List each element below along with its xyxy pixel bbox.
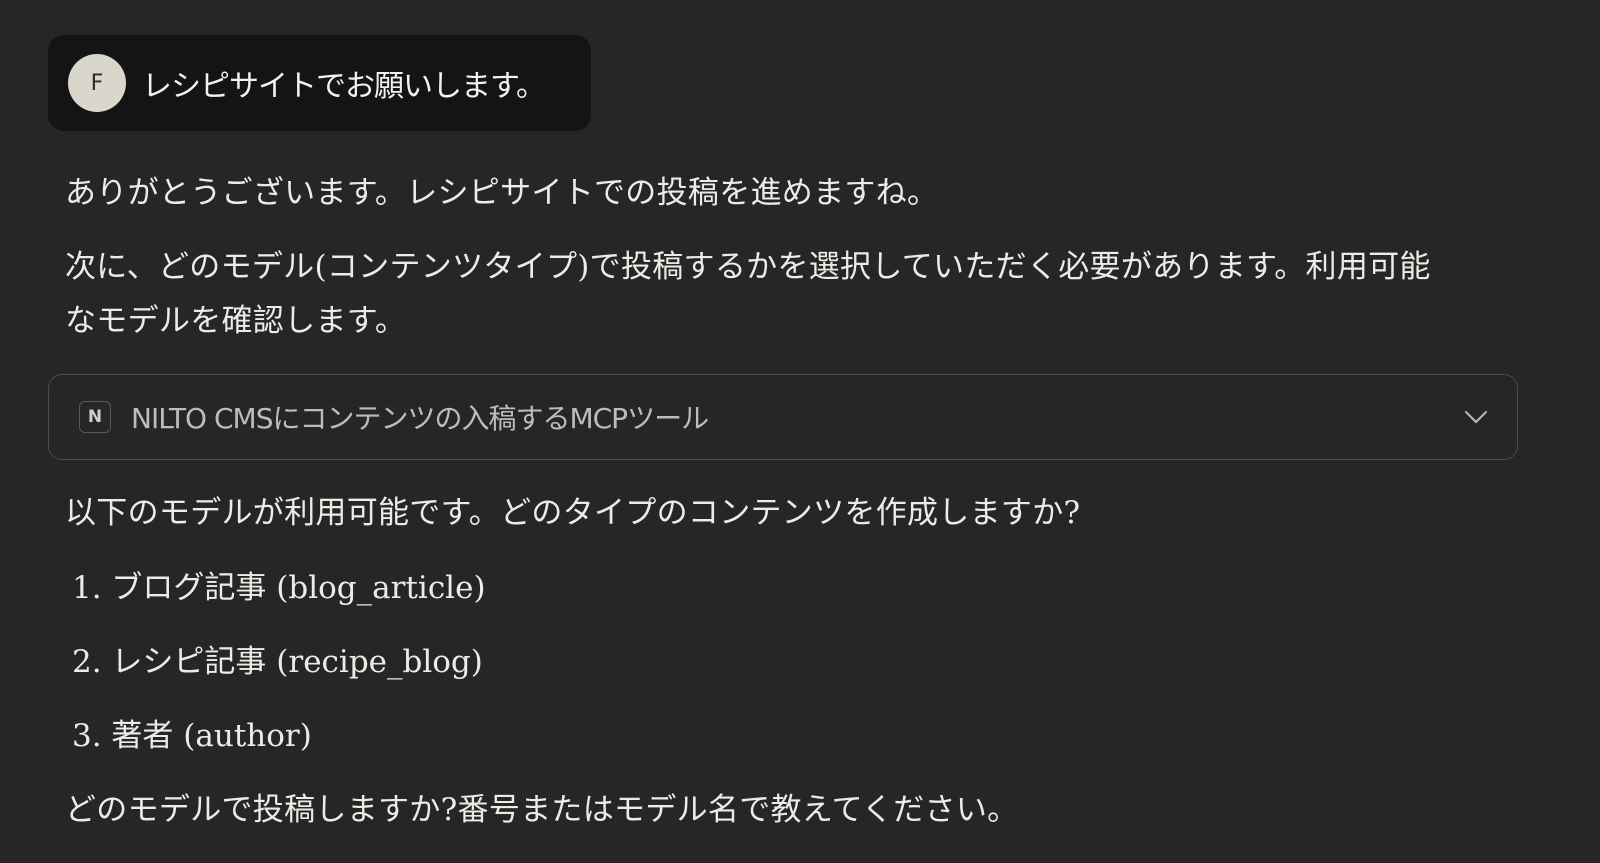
- user-message-text: レシピサイトでお願いします。: [142, 69, 546, 104]
- list-item: 3. 著者 (author): [72, 718, 312, 754]
- nilto-tool-icon: N: [79, 401, 111, 433]
- assistant-paragraph-2: 次に、どのモデル(コンテンツタイプ)で投稿するかを選択していただく必要があります…: [65, 249, 1431, 339]
- tool-use-expander[interactable]: N NILTO CMSにコンテンツの入稿するMCPツール: [48, 374, 1518, 460]
- user-avatar: F: [68, 54, 126, 112]
- list-item: 2. レシピ記事 (recipe_blog): [72, 644, 483, 680]
- assistant-paragraph-4: どのモデルで投稿しますか?番号またはモデル名で教えてください。: [65, 792, 1019, 828]
- assistant-paragraph-3: 以下のモデルが利用可能です。どのタイプのコンテンツを作成しますか?: [65, 495, 1081, 531]
- tool-use-label: NILTO CMSにコンテンツの入稿するMCPツール: [131, 402, 709, 435]
- list-item: 1. ブログ記事 (blog_article): [72, 570, 486, 606]
- user-message: F レシピサイトでお願いします。: [48, 35, 591, 131]
- chevron-down-icon[interactable]: [1463, 404, 1489, 430]
- assistant-paragraph-1: ありがとうございます。レシピサイトでの投稿を進めますね。: [65, 175, 939, 211]
